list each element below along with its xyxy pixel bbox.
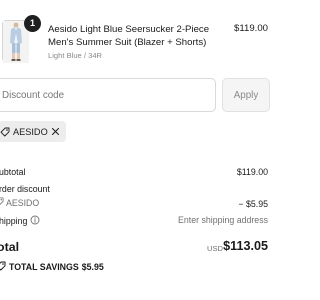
tag-icon	[0, 197, 4, 208]
total-amount: $113.05	[223, 239, 268, 253]
total-savings-value: $5.95	[81, 262, 104, 272]
product-price: $119.00	[234, 23, 268, 34]
total-label: otal	[0, 240, 20, 254]
info-icon[interactable]	[30, 215, 40, 227]
close-icon[interactable]	[51, 127, 60, 136]
shipping-label: hipping	[0, 216, 28, 226]
checkout-order-summary: 1 Aesido Light Blue Seersucker 2-Piece M…	[0, 0, 300, 300]
total-savings-row: TOTAL SAVINGS $5.95	[0, 261, 104, 273]
quantity-badge: 1	[24, 15, 41, 32]
total-savings-label: TOTAL SAVINGS	[9, 262, 79, 272]
subtotal-label: ubtotal	[0, 167, 26, 177]
subtotal-value: $119.00	[236, 167, 268, 177]
shipping-row-label: hipping	[0, 215, 40, 227]
order-discount-value: − $5.95	[238, 199, 268, 209]
tag-icon	[0, 261, 6, 273]
order-discount-code-row: AESIDO	[0, 197, 39, 208]
order-discount-label: rder discount	[0, 184, 50, 194]
discount-code-input[interactable]	[0, 78, 216, 112]
applied-discount-code: AESIDO	[13, 126, 48, 137]
applied-discount-chip: AESIDO	[0, 121, 66, 142]
product-variant: Light Blue / 34R	[48, 51, 103, 60]
total-currency: USD	[207, 244, 224, 253]
shipping-value: Enter shipping address	[178, 215, 268, 225]
order-discount-code: AESIDO	[6, 197, 40, 208]
product-title: Aesido Light Blue Seersucker 2-Piece Men…	[48, 24, 210, 48]
apply-discount-button[interactable]: Apply	[222, 78, 270, 112]
tag-icon	[0, 127, 10, 137]
